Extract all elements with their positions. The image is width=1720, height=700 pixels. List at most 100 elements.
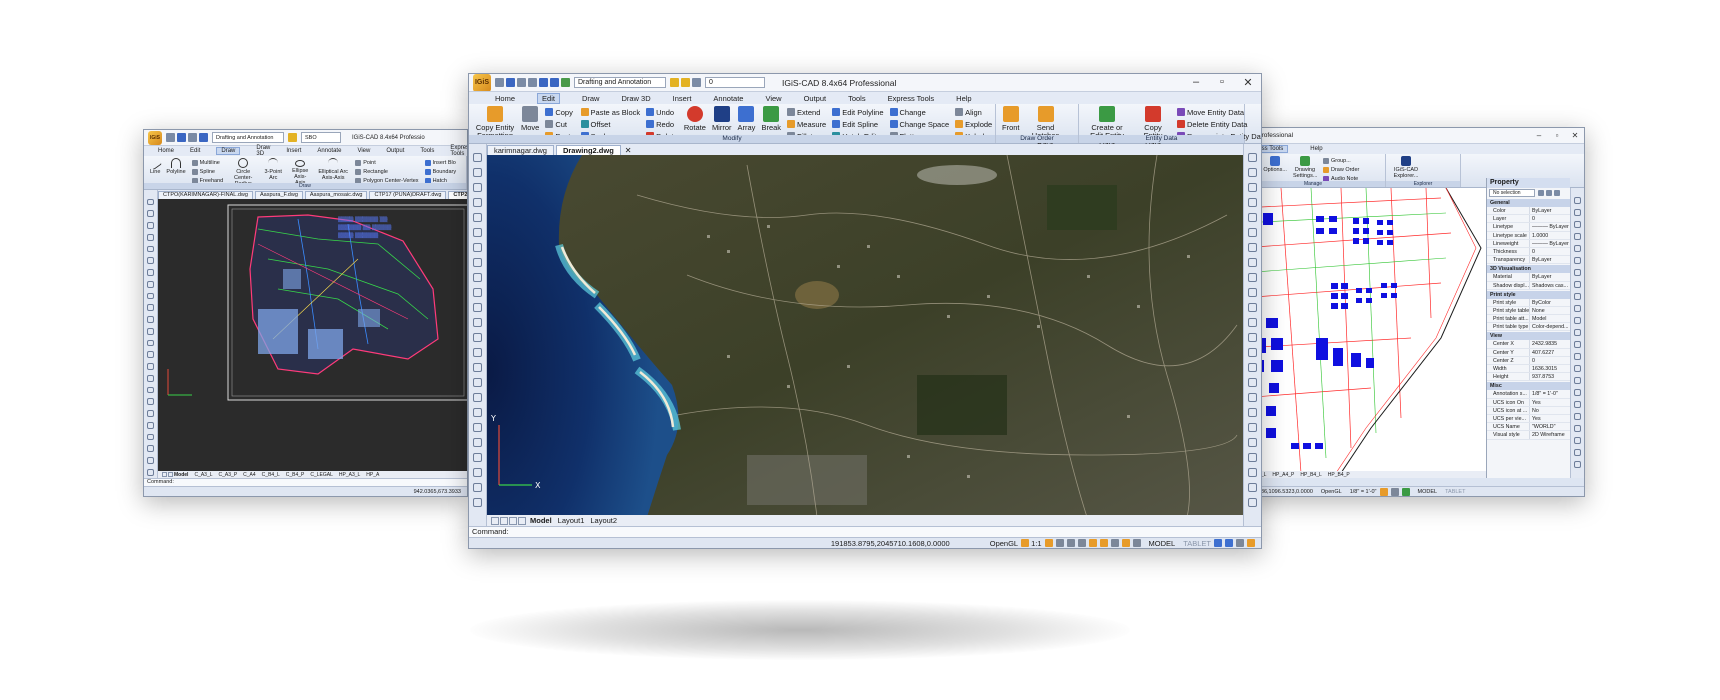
mtool-11-icon[interactable] <box>1248 303 1257 312</box>
property-row[interactable]: Print table att... Model <box>1487 315 1570 324</box>
tool-polyline-icon[interactable] <box>147 210 154 217</box>
property-value[interactable]: 937.8753 <box>1529 373 1570 381</box>
right-drawing-canvas[interactable] <box>1241 188 1486 471</box>
rtool-17-icon[interactable] <box>1574 388 1581 396</box>
point-button[interactable]: Point <box>355 158 418 167</box>
menu-edit[interactable]: Edit <box>190 148 200 154</box>
layout-tab-model[interactable]: Model <box>530 516 552 525</box>
first-layout-icon[interactable] <box>491 516 499 525</box>
tool-line-icon[interactable] <box>473 153 482 162</box>
doc-tab-5[interactable]: CTP2(SUKAN <box>448 191 467 199</box>
doc-tab-drawing2[interactable]: Drawing2.dwg <box>555 145 621 155</box>
selection-select[interactable]: No selection <box>1489 189 1535 197</box>
property-value[interactable]: Model <box>1529 315 1570 323</box>
close-icon[interactable]: ✕ <box>1566 131 1584 140</box>
new-file-icon[interactable] <box>495 78 504 87</box>
tool-arc-icon[interactable] <box>473 183 482 192</box>
tool-insert-icon[interactable] <box>473 498 482 507</box>
tool-spline-icon[interactable] <box>473 213 482 222</box>
tool-line-icon[interactable] <box>147 198 154 206</box>
rtool-8-icon[interactable] <box>1574 280 1581 288</box>
property-row[interactable]: UCS per vie... Yes <box>1487 414 1570 424</box>
rtool-9-icon[interactable] <box>1574 292 1581 300</box>
property-row[interactable]: Center Y 407.6227 <box>1487 348 1570 357</box>
mtool-12-icon[interactable] <box>1248 318 1257 327</box>
next-layout-icon[interactable] <box>509 516 517 525</box>
layout-tab-layout2[interactable]: Layout2 <box>590 516 617 525</box>
menu-insert[interactable]: Insert <box>286 148 301 154</box>
tool-arc-icon[interactable] <box>147 222 154 229</box>
layer-select[interactable]: 0 <box>705 77 765 88</box>
property-row[interactable]: Print table type Color-depend... <box>1487 323 1570 332</box>
menu-draw[interactable]: Draw <box>582 94 600 103</box>
layout-tab-4[interactable]: C_B4_L <box>262 472 280 478</box>
property-section-header[interactable]: Misc <box>1487 382 1570 391</box>
tool-attdef-icon[interactable] <box>147 445 154 452</box>
right-tablet-mode[interactable]: TABLET <box>1445 489 1465 495</box>
rtool-18-icon[interactable] <box>1574 400 1581 408</box>
mtool-5-icon[interactable] <box>1248 213 1257 222</box>
rtool-16-icon[interactable] <box>1574 376 1581 384</box>
property-value[interactable]: 1.0000 <box>1529 231 1570 239</box>
change-space-button[interactable]: Change Space <box>889 118 949 130</box>
renderer[interactable]: OpenGL <box>990 539 1018 548</box>
right-annotation-scale[interactable]: 1/8" = 1'-0" <box>1350 489 1377 495</box>
rotate-button[interactable]: Rotate <box>684 106 706 132</box>
rtool-15-icon[interactable] <box>1574 364 1581 372</box>
mtool-7-icon[interactable] <box>1248 243 1257 252</box>
tool-wipe-icon[interactable] <box>473 423 482 432</box>
property-row[interactable]: Center X 2432.9835 <box>1487 340 1570 349</box>
rectangle-button[interactable]: Rectangle <box>355 167 418 176</box>
rtool-13-icon[interactable] <box>1574 340 1581 348</box>
mtool-3-icon[interactable] <box>1248 183 1257 192</box>
tool-hatch-icon[interactable] <box>473 273 482 282</box>
maximize-icon[interactable]: ▫ <box>1548 131 1566 140</box>
rtool-23-icon[interactable] <box>1574 460 1581 468</box>
tool-region-icon[interactable] <box>147 316 154 323</box>
copy-button[interactable]: Copy <box>545 106 574 118</box>
options-button[interactable]: Options... <box>1263 156 1287 174</box>
property-row[interactable]: Visual style 2D Wireframe <box>1487 431 1570 440</box>
menu-annotate[interactable]: Annotate <box>317 148 341 154</box>
property-value[interactable]: 1/8" = 1'-0" <box>1529 390 1570 398</box>
property-value[interactable]: 407.6227 <box>1529 348 1570 356</box>
osnap-icon[interactable] <box>1099 539 1108 547</box>
redo-button[interactable]: Redo <box>646 118 678 130</box>
layout-tab-3[interactable]: C_A4 <box>243 472 256 478</box>
menu-output[interactable]: Output <box>804 94 827 103</box>
undo-icon[interactable] <box>539 78 548 87</box>
last-layout-icon[interactable] <box>518 516 526 525</box>
workspace-select[interactable]: Drafting and Annotation <box>574 77 666 88</box>
bulb-icon[interactable] <box>670 78 679 87</box>
print-icon[interactable] <box>528 78 537 87</box>
property-value[interactable]: ByLayer <box>1529 256 1570 264</box>
tool-point-icon[interactable] <box>473 288 482 297</box>
property-row[interactable]: Transparency ByLayer <box>1487 256 1570 265</box>
grid-icon[interactable] <box>1401 487 1410 496</box>
left-drawing-canvas[interactable]: ▒▒▒▒ ▒▒▒▒▒▒ ▒▒ ▒▒▒▒▒▒ ▒▒ ▒▒▒▒▒ ▒▒▒▒ ▒▒▒▒… <box>158 199 467 471</box>
tool-table-icon[interactable] <box>473 348 482 357</box>
toggle-pickadd-icon[interactable] <box>1554 190 1560 196</box>
property-section-header[interactable]: General <box>1487 199 1570 207</box>
mtool-4-icon[interactable] <box>1248 198 1257 207</box>
rtool-7-icon[interactable] <box>1574 268 1581 276</box>
menu-home[interactable]: Home <box>158 148 174 154</box>
right-renderer[interactable]: OpenGL <box>1321 489 1342 495</box>
tool-dim-icon[interactable] <box>147 351 154 358</box>
annotation-icon[interactable] <box>1379 487 1388 496</box>
explode-button[interactable]: Explode <box>955 118 992 130</box>
property-value[interactable]: 0 <box>1529 247 1570 256</box>
property-row[interactable]: Linetype ——— ByLayer <box>1487 223 1570 232</box>
prev-layout-icon[interactable] <box>500 516 508 525</box>
main-drawing-canvas[interactable]: Y X <box>487 155 1243 515</box>
property-value[interactable]: None <box>1529 306 1570 315</box>
mtool-2-icon[interactable] <box>1248 168 1257 177</box>
tool-gradient-icon[interactable] <box>147 374 154 382</box>
rtool-14-icon[interactable] <box>1574 352 1581 360</box>
property-row[interactable]: Width 1636.3015 <box>1487 365 1570 374</box>
undo-button[interactable]: Undo <box>646 106 678 118</box>
mtool-16-icon[interactable] <box>1248 378 1257 387</box>
snap-icon[interactable] <box>1055 539 1064 547</box>
layout-tab-5[interactable]: C_B4_P <box>286 472 305 478</box>
insert-block-button[interactable]: Insert Blo <box>424 158 457 167</box>
